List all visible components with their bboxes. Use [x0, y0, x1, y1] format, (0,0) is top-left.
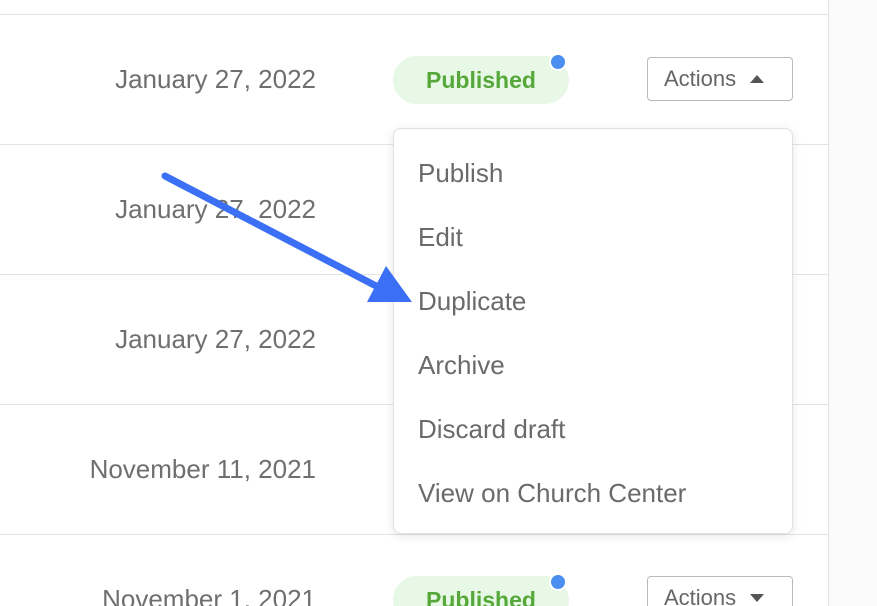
caret-up-icon [750, 75, 765, 83]
caret-down-icon [750, 594, 765, 602]
actions-button-label: Actions [664, 66, 737, 91]
row-date: November 11, 2021 [89, 454, 316, 484]
row-divider [0, 534, 828, 535]
menu-item-edit[interactable]: Edit [394, 205, 792, 269]
status-badge-label: Published [426, 586, 536, 606]
actions-button-label: Actions [664, 585, 737, 606]
actions-button[interactable]: Actions [647, 576, 793, 606]
screen: January 27, 2022 Published Actions Janua… [0, 0, 877, 606]
row-date: January 27, 2022 [115, 64, 316, 94]
menu-item-view-on-church-center[interactable]: View on Church Center [394, 461, 792, 525]
row-divider [0, 14, 828, 15]
row-date: January 27, 2022 [115, 324, 316, 354]
menu-item-duplicate[interactable]: Duplicate [394, 269, 792, 333]
right-gutter [829, 0, 877, 606]
actions-dropdown-menu: Publish Edit Duplicate Archive Discard d… [393, 128, 793, 534]
notification-dot [549, 53, 567, 71]
row-date: November 1, 2021 [102, 584, 316, 606]
menu-item-discard-draft[interactable]: Discard draft [394, 397, 792, 461]
row-date: January 27, 2022 [115, 194, 316, 224]
content-list: January 27, 2022 Published Actions Janua… [0, 0, 828, 606]
menu-item-publish[interactable]: Publish [394, 141, 792, 205]
status-badge: Published [393, 573, 569, 606]
menu-item-archive[interactable]: Archive [394, 333, 792, 397]
status-badge: Published [393, 53, 569, 104]
notification-dot [549, 573, 567, 591]
status-badge-label: Published [426, 66, 536, 93]
actions-button[interactable]: Actions [647, 57, 793, 101]
